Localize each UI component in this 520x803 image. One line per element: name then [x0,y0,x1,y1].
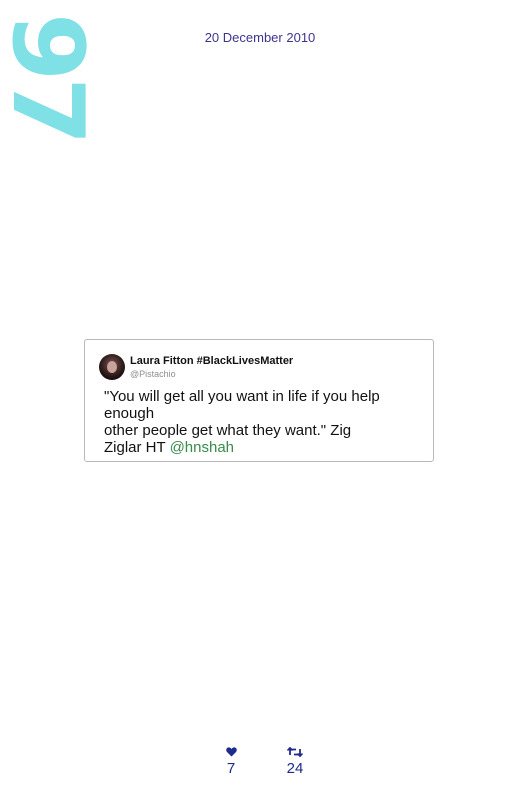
retweets-stat: 24 [275,746,315,777]
tweet-date: 20 December 2010 [204,30,316,45]
tweet-text-line: enough [104,405,155,422]
heart-icon [211,746,251,760]
retweets-count: 24 [286,760,304,777]
mention-link[interactable]: @hnshah [170,439,234,456]
tweet-text-line: other people get what they want." Zig [104,422,352,439]
likes-stat: 7 [211,746,251,777]
tweet-card: Laura Fitton #BlackLivesMatter @Pistachi… [84,339,434,462]
retweet-icon [275,746,315,760]
author-name: Laura Fitton #BlackLivesMatter [130,355,294,367]
tweet-text: "You will get all you want in life if yo… [104,388,424,456]
author-handle: @Pistachio [130,369,176,379]
tweet-text-fragment: Ziglar HT [104,439,170,456]
tweet-text-line: Ziglar HT @hnshah [104,439,424,456]
avatar-face [107,361,117,373]
tweet-text-line: "You will get all you want in life if yo… [104,388,380,405]
likes-count: 7 [226,760,236,777]
avatar [99,354,125,380]
